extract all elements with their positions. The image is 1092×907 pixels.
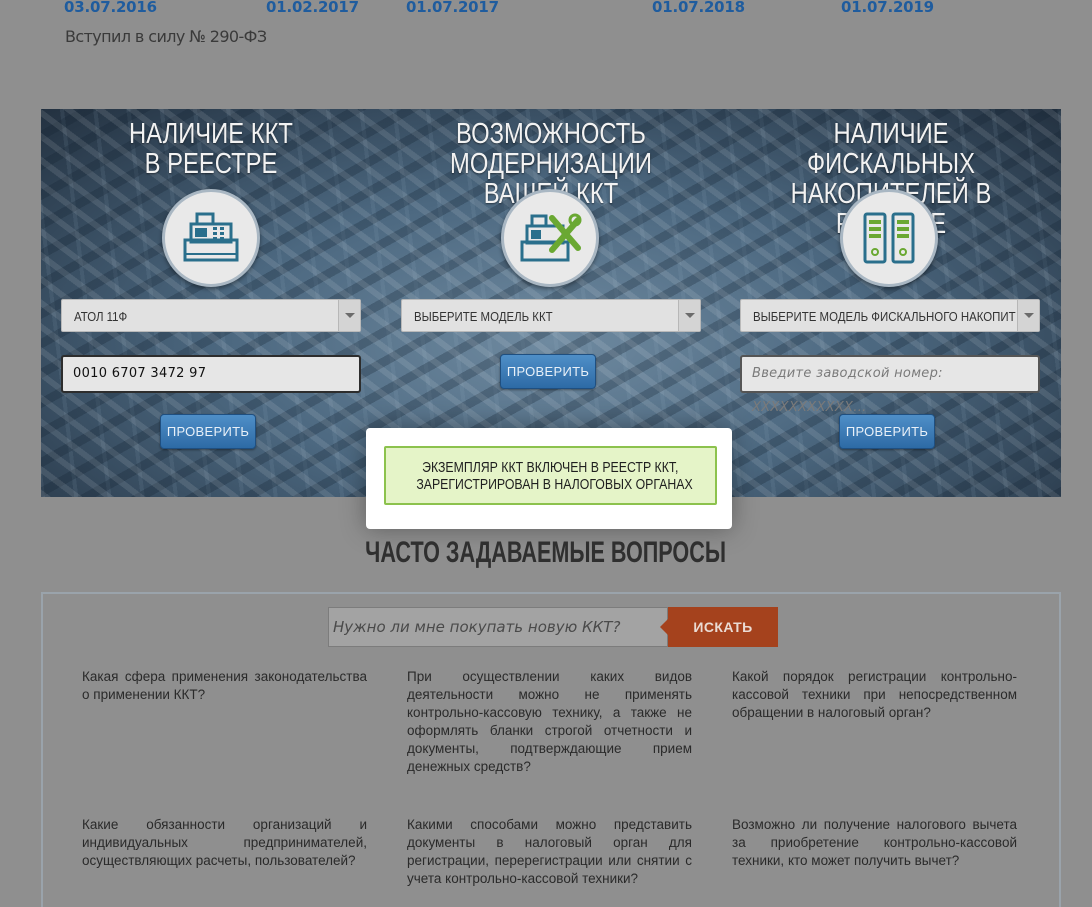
faq-question[interactable]: Какими способами можно представить докум…: [407, 816, 692, 888]
select-value: ВЫБЕРИТЕ МОДЕЛЬ ККТ: [414, 309, 553, 324]
title-line: В РЕЕСТРЕ: [144, 148, 278, 180]
fiscal-storage-check-column: НАЛИЧИЕ ФИСКАЛЬНЫХ НАКОПИТЕЛЕЙ В РЕЕСТРЕ…: [721, 109, 1061, 497]
timeline-date: 01.02.2017: [266, 0, 359, 16]
title-line: НАЛИЧИЕ ККТ: [129, 118, 293, 150]
registry-check-button[interactable]: ПРОВЕРИТЬ: [160, 414, 256, 449]
select-value: ВЫБЕРИТЕ МОДЕЛЬ ФИСКАЛЬНОГО НАКОПИТ: [753, 309, 1016, 324]
timeline-caption: Вступил в силу № 290-ФЗ: [65, 27, 267, 46]
registry-check-title: НАЛИЧИЕ ККТ В РЕЕСТРЕ: [72, 119, 351, 179]
fiscal-storage-model-select[interactable]: ВЫБЕРИТЕ МОДЕЛЬ ФИСКАЛЬНОГО НАКОПИТ: [740, 299, 1040, 332]
faq-question[interactable]: Какие обязанности организаций и индивиду…: [82, 816, 367, 870]
result-popup: ЭКЗЕМПЛЯР ККТ ВКЛЮЧЕН В РЕЕСТР ККТ, ЗАРЕ…: [366, 428, 732, 529]
timeline: 03.07.2016 01.02.2017 01.07.2017 01.07.2…: [0, 0, 1092, 90]
title-line: ВОЗМОЖНОСТЬ: [456, 118, 646, 150]
result-line: ЗАРЕГИСТРИРОВАН В НАЛОГОВЫХ ОРГАНАХ: [416, 476, 693, 493]
chevron-down-icon[interactable]: [678, 300, 700, 331]
fiscal-serial-input[interactable]: Введите заводской номер: XXXXXXXXXXX...: [740, 355, 1040, 415]
faq-question[interactable]: Какой порядок регистрации контрольно-кас…: [732, 668, 1017, 722]
modernization-check-button[interactable]: ПРОВЕРИТЬ: [500, 354, 596, 389]
fiscal-storage-icon: [840, 189, 938, 287]
kkt-model-select[interactable]: ВЫБЕРИТЕ МОДЕЛЬ ККТ: [401, 299, 701, 332]
faq-title: ЧАСТО ЗАДАВАЕМЫЕ ВОПРОСЫ: [0, 536, 1092, 570]
cash-register-tools-icon: [501, 189, 599, 287]
timeline-date: 01.07.2017: [406, 0, 499, 16]
registry-check-column: НАЛИЧИЕ ККТ В РЕЕСТРЕ АТОЛ 11Ф 0010 6707…: [41, 109, 381, 497]
faq-search-button[interactable]: ИСКАТЬ: [660, 607, 778, 647]
title-line: НАЛИЧИЕ ФИСКАЛЬНЫХ: [807, 118, 975, 180]
result-line: ЭКЗЕМПЛЯР ККТ ВКЛЮЧЕН В РЕЕСТР ККТ,: [422, 459, 679, 476]
kkt-model-select[interactable]: АТОЛ 11Ф: [61, 299, 361, 332]
select-value: АТОЛ 11Ф: [74, 309, 128, 324]
faq-box: Нужно ли мне покупать новую ККТ? ИСКАТЬ …: [41, 592, 1061, 907]
fiscal-check-button[interactable]: ПРОВЕРИТЬ: [839, 414, 935, 449]
faq-question[interactable]: При осуществлении каких видов деятельнос…: [407, 668, 692, 776]
kkt-serial-input[interactable]: 0010 6707 3472 97: [61, 355, 361, 393]
timeline-date: 01.07.2019: [841, 0, 934, 16]
faq-question[interactable]: Какая сфера применения законодательства …: [82, 668, 367, 704]
chevron-down-icon[interactable]: [338, 300, 360, 331]
cash-register-icon: [162, 189, 260, 287]
chevron-down-icon[interactable]: [1017, 300, 1039, 331]
faq-search-input[interactable]: Нужно ли мне покупать новую ККТ?: [328, 607, 668, 647]
result-message: ЭКЗЕМПЛЯР ККТ ВКЛЮЧЕН В РЕЕСТР ККТ, ЗАРЕ…: [384, 446, 717, 505]
timeline-date: 03.07.2016: [64, 0, 157, 16]
timeline-date: 01.07.2018: [652, 0, 745, 16]
faq-question[interactable]: Возможно ли получение налогового вычета …: [732, 816, 1017, 870]
faq-title-text: ЧАСТО ЗАДАВАЕМЫЕ ВОПРОСЫ: [365, 536, 727, 569]
